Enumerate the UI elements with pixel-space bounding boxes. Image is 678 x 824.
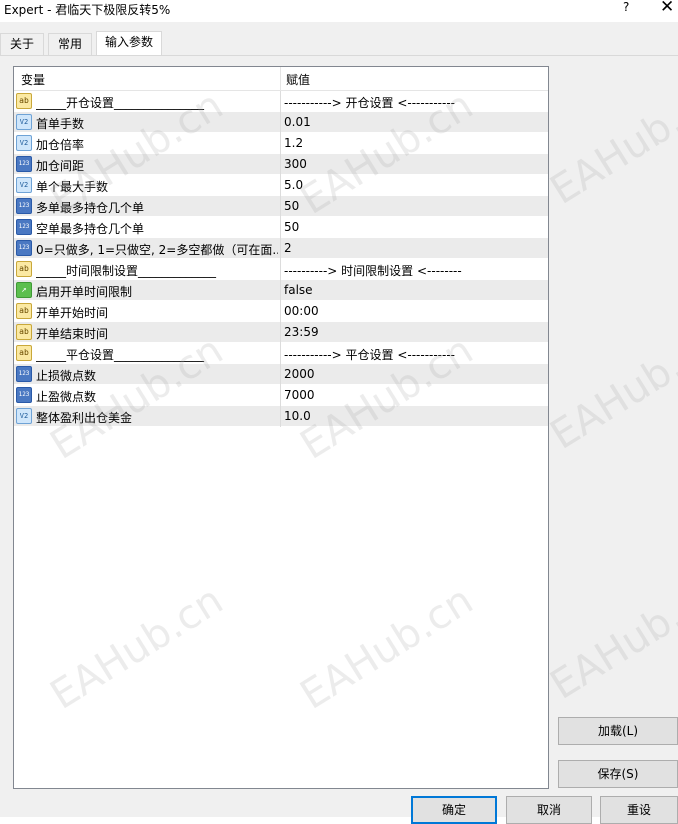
save-button[interactable]: 保存(S) xyxy=(558,760,678,788)
bool-type-icon: ↗ xyxy=(16,282,32,298)
tab-common[interactable]: 常用 xyxy=(48,33,92,55)
string-type-icon: ab xyxy=(16,345,32,361)
integer-type-icon: 123 xyxy=(16,387,32,403)
close-icon[interactable]: ✕ xyxy=(660,0,674,17)
table-row[interactable]: 123 空单最多持仓几个单 50 xyxy=(14,217,548,238)
parameter-name: 单个最大手数 xyxy=(36,180,109,194)
parameter-value[interactable]: 2 xyxy=(284,241,292,255)
table-row[interactable]: 123 止损微点数 2000 xyxy=(14,364,548,385)
string-type-icon: ab xyxy=(16,93,32,109)
table-row[interactable]: ↗ 启用开单时间限制 false xyxy=(14,280,548,301)
parameter-name: 止损微点数 xyxy=(36,369,97,383)
table-row[interactable]: V2 加仓倍率 1.2 xyxy=(14,133,548,154)
column-header-variable[interactable]: 变量 xyxy=(21,71,45,88)
parameter-name: _____时间限制设置_____________ xyxy=(36,264,217,278)
parameter-value[interactable]: 23:59 xyxy=(284,325,319,339)
table-row[interactable]: V2 首单手数 0.01 xyxy=(14,112,548,133)
parameter-value[interactable]: 50 xyxy=(284,199,299,213)
parameter-name: 启用开单时间限制 xyxy=(36,285,133,299)
table-row[interactable]: ab _____时间限制设置_____________ ----------> 时间… xyxy=(14,259,548,280)
tab-strip: 关于 常用 输入参数 xyxy=(0,22,678,56)
load-button[interactable]: 加载(L) xyxy=(558,717,678,745)
parameter-name: _____开仓设置_______________ xyxy=(36,96,205,110)
parameter-name: 多单最多持仓几个单 xyxy=(36,201,145,215)
table-row[interactable]: 123 止盈微点数 7000 xyxy=(14,385,548,406)
parameter-name: _____平仓设置_______________ xyxy=(36,348,205,362)
parameter-value[interactable]: 50 xyxy=(284,220,299,234)
title-bar: Expert - 君临天下极限反转5% ? ✕ xyxy=(0,0,678,22)
parameter-list[interactable]: 变量 赋值 ab _____开仓设置_______________ --------… xyxy=(13,66,549,789)
column-header-value[interactable]: 赋值 xyxy=(286,71,310,88)
window-title: Expert - 君临天下极限反转5% xyxy=(4,3,171,17)
table-row[interactable]: 123 0=只做多, 1=只做空, 2=多空都做（可在面... 2 xyxy=(14,238,548,259)
reset-button[interactable]: 重设 xyxy=(600,796,678,824)
tab-about[interactable]: 关于 xyxy=(0,33,44,55)
table-row[interactable]: ab _____开仓设置_______________ -----------> 开… xyxy=(14,91,548,112)
parameter-name: 开单结束时间 xyxy=(36,327,109,341)
parameter-name: 加仓倍率 xyxy=(36,138,85,152)
parameter-value[interactable]: 7000 xyxy=(284,388,315,402)
cancel-button[interactable]: 取消 xyxy=(506,796,592,824)
string-type-icon: ab xyxy=(16,303,32,319)
parameter-name: 整体盈利出仓美金 xyxy=(36,411,133,425)
parameter-value[interactable]: false xyxy=(284,283,313,297)
parameter-value[interactable]: 2000 xyxy=(284,367,315,381)
help-icon[interactable]: ? xyxy=(623,0,629,14)
tab-input-params[interactable]: 输入参数 xyxy=(96,31,162,56)
integer-type-icon: 123 xyxy=(16,156,32,172)
parameter-value[interactable]: -----------> 平仓设置 <----------- xyxy=(284,346,455,363)
table-row[interactable]: 123 多单最多持仓几个单 50 xyxy=(14,196,548,217)
parameter-value[interactable]: 10.0 xyxy=(284,409,311,423)
integer-type-icon: 123 xyxy=(16,240,32,256)
parameter-value[interactable]: 300 xyxy=(284,157,307,171)
string-type-icon: ab xyxy=(16,324,32,340)
parameter-name: 首单手数 xyxy=(36,117,85,131)
table-row[interactable]: ab 开单开始时间 00:00 xyxy=(14,301,548,322)
parameter-value[interactable]: 5.0 xyxy=(284,178,303,192)
table-row[interactable]: ab 开单结束时间 23:59 xyxy=(14,322,548,343)
integer-type-icon: 123 xyxy=(16,198,32,214)
table-row[interactable]: 123 加仓间距 300 xyxy=(14,154,548,175)
double-type-icon: V2 xyxy=(16,114,32,130)
ok-button[interactable]: 确定 xyxy=(411,796,497,824)
string-type-icon: ab xyxy=(16,261,32,277)
table-row[interactable]: V2 单个最大手数 5.0 xyxy=(14,175,548,196)
double-type-icon: V2 xyxy=(16,177,32,193)
parameter-name: 开单开始时间 xyxy=(36,306,109,320)
parameter-value[interactable]: ----------> 时间限制设置 <-------- xyxy=(284,262,462,279)
double-type-icon: V2 xyxy=(16,408,32,424)
double-type-icon: V2 xyxy=(16,135,32,151)
parameter-name: 止盈微点数 xyxy=(36,390,97,404)
parameter-name: 空单最多持仓几个单 xyxy=(36,222,145,236)
integer-type-icon: 123 xyxy=(16,366,32,382)
parameter-value[interactable]: 0.01 xyxy=(284,115,311,129)
parameter-value[interactable]: -----------> 开仓设置 <----------- xyxy=(284,94,455,111)
table-row[interactable]: V2 整体盈利出仓美金 10.0 xyxy=(14,406,548,427)
parameter-name: 0=只做多, 1=只做空, 2=多空都做（可在面... xyxy=(36,243,278,257)
parameter-name: 加仓间距 xyxy=(36,159,85,173)
table-row[interactable]: ab _____平仓设置_______________ -----------> 平… xyxy=(14,343,548,364)
parameter-value[interactable]: 1.2 xyxy=(284,136,303,150)
parameter-rows: ab _____开仓设置_______________ -----------> 开… xyxy=(14,91,548,427)
list-header: 变量 赋值 xyxy=(14,67,548,91)
parameter-value[interactable]: 00:00 xyxy=(284,304,319,318)
integer-type-icon: 123 xyxy=(16,219,32,235)
